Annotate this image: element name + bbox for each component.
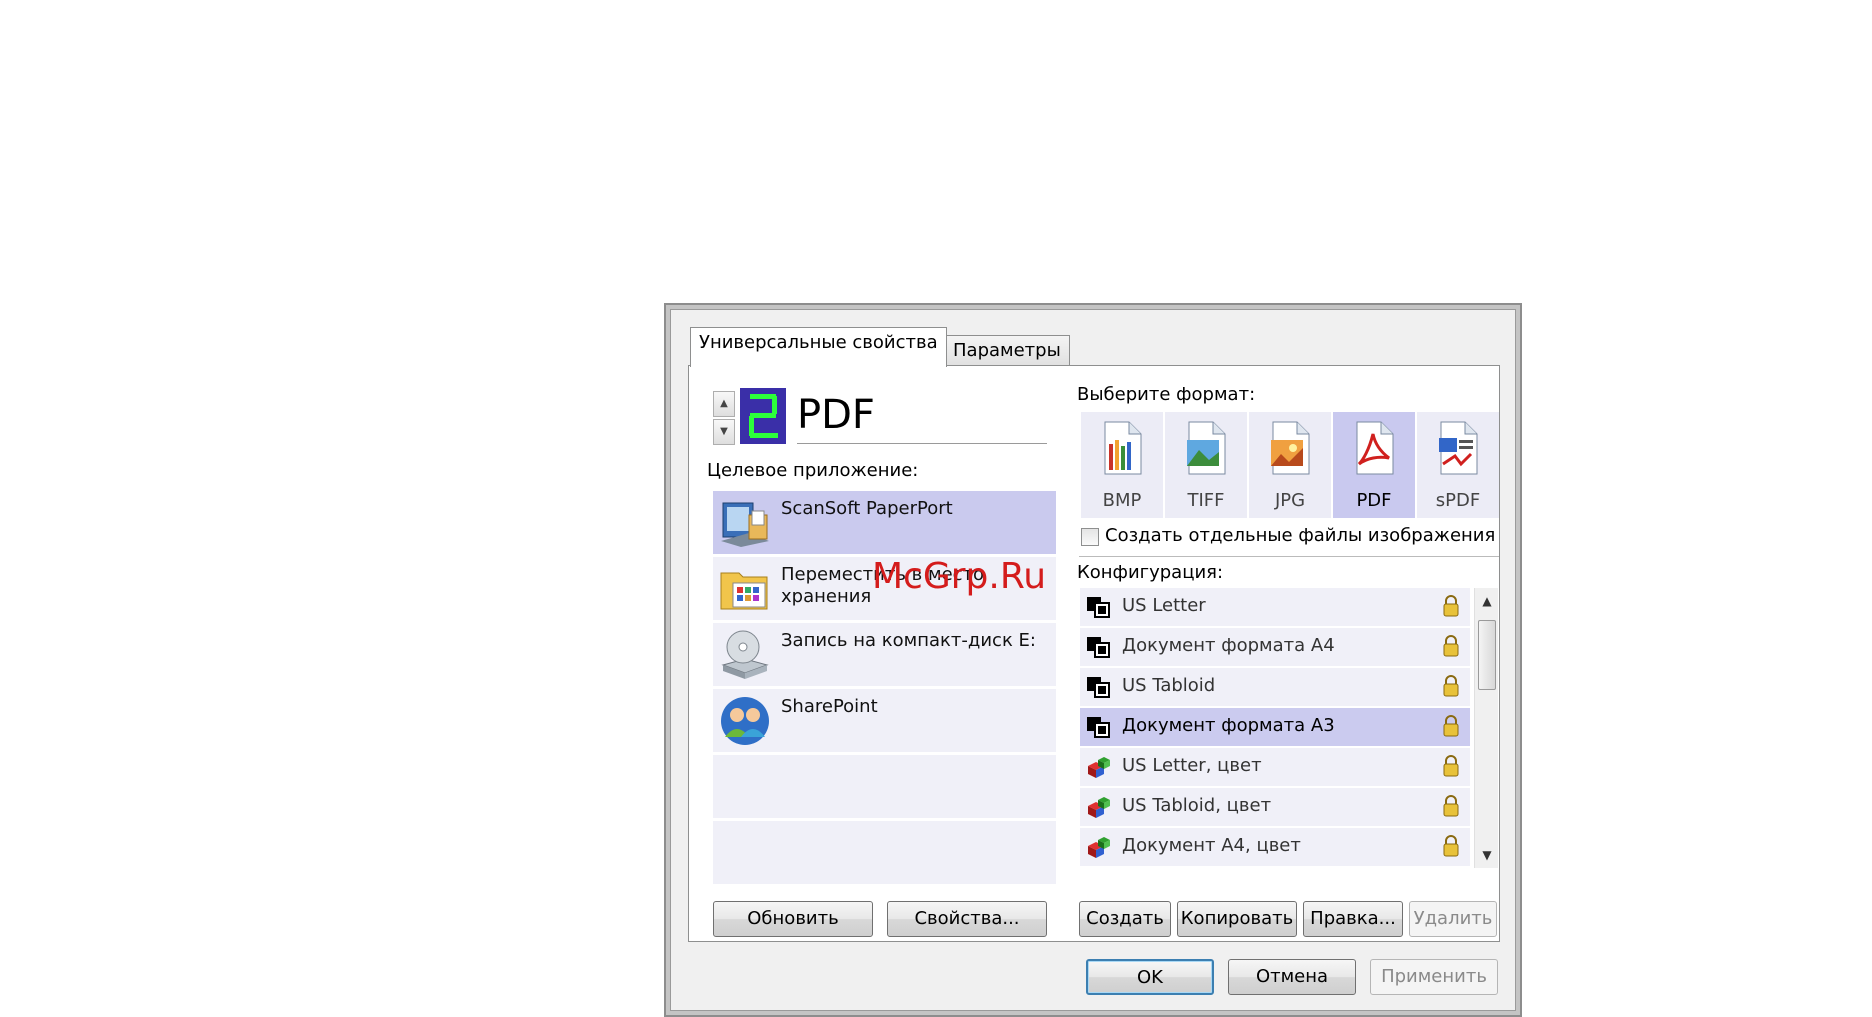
config-list[interactable]: US Letter Документ формата A4 US Tabloid…: [1080, 588, 1500, 868]
spin-up-icon[interactable]: ▲: [713, 391, 735, 417]
spdf-file-icon: [1439, 421, 1478, 475]
format-label-pdf: PDF: [1356, 490, 1392, 511]
config-item[interactable]: US Tabloid, цвет: [1080, 788, 1470, 826]
copy-button[interactable]: Копировать: [1177, 901, 1297, 937]
format-label-spdf: sPDF: [1435, 490, 1481, 511]
config-item-label: Документ формата A4: [1122, 635, 1335, 656]
sharepoint-icon: [721, 697, 769, 745]
app-item-label: Запись на компакт-диск E:: [781, 630, 1036, 651]
storage-folder-icon: [720, 572, 768, 610]
bw-config-icon: [1087, 597, 1110, 618]
config-scrollbar[interactable]: ▲ ▼: [1474, 588, 1498, 868]
tiff-file-icon: [1187, 421, 1226, 475]
profile-name: PDF: [797, 390, 1047, 444]
edit-button[interactable]: Правка...: [1303, 901, 1403, 937]
config-item[interactable]: US Letter: [1080, 588, 1470, 626]
jpg-file-icon: [1271, 421, 1310, 475]
config-item-label: US Letter: [1122, 595, 1206, 616]
app-item-label: SharePoint: [781, 696, 878, 717]
tab-parameters[interactable]: Параметры: [944, 335, 1070, 366]
ok-button[interactable]: OK: [1086, 959, 1214, 995]
apply-button[interactable]: Применить: [1370, 959, 1498, 995]
separate-files-checkbox[interactable]: [1081, 528, 1099, 546]
config-item-label: US Tabloid, цвет: [1122, 795, 1272, 816]
color-config-icon: [1088, 837, 1110, 858]
watermark: McGrp.Ru: [872, 556, 1047, 597]
delete-button[interactable]: Удалить: [1409, 901, 1497, 937]
format-tiff[interactable]: TIFF: [1165, 412, 1247, 518]
lock-icon: [1443, 755, 1459, 777]
config-label: Конфигурация:: [1077, 562, 1224, 583]
app-item-sharepoint[interactable]: SharePoint: [713, 689, 1056, 752]
format-label-bmp: BMP: [1102, 490, 1142, 511]
format-label: Выберите формат:: [1077, 384, 1256, 405]
lock-icon: [1443, 595, 1459, 617]
config-item-label: Документ A4, цвет: [1122, 835, 1301, 856]
spin-down-icon[interactable]: ▼: [713, 419, 735, 445]
format-spdf[interactable]: sPDF: [1417, 412, 1499, 518]
create-button[interactable]: Создать: [1079, 901, 1171, 937]
config-item-selected[interactable]: Документ формата A3: [1080, 708, 1470, 746]
scroll-up-icon[interactable]: ▲: [1475, 590, 1499, 612]
config-item[interactable]: Документ формата A4: [1080, 628, 1470, 666]
separate-files-label: Создать отдельные файлы изображения: [1105, 525, 1496, 546]
app-item-cd-burn[interactable]: Запись на компакт-диск E:: [713, 623, 1056, 686]
config-item[interactable]: Документ A4, цвет: [1080, 828, 1470, 866]
target-app-label: Целевое приложение:: [707, 460, 919, 481]
lock-icon: [1443, 795, 1459, 817]
config-item[interactable]: US Tabloid: [1080, 668, 1470, 706]
profile-number-badge: 2: [740, 388, 786, 444]
refresh-button[interactable]: Обновить: [713, 901, 873, 937]
config-item-label: US Tabloid: [1122, 675, 1216, 696]
app-item-paperport[interactable]: ScanSoft PaperPort: [713, 491, 1056, 554]
color-config-icon: [1088, 757, 1110, 778]
cd-burn-icon: [721, 630, 769, 679]
format-bmp[interactable]: BMP: [1081, 412, 1163, 518]
divider: [1079, 556, 1499, 557]
tab-universal-properties[interactable]: Универсальные свойства: [690, 327, 947, 367]
tab-panel: ▲ ▼ 2 PDF Целевое приложение:: [688, 365, 1500, 942]
config-item-label: US Letter, цвет: [1122, 755, 1262, 776]
format-pdf[interactable]: PDF: [1333, 412, 1415, 518]
config-item-label: Документ формата A3: [1122, 715, 1335, 736]
app-item-empty: [713, 821, 1056, 884]
config-item[interactable]: US Letter, цвет: [1080, 748, 1470, 786]
format-selector[interactable]: BMP TIFF JPG PDF sPDF: [1081, 412, 1501, 518]
scroll-down-icon[interactable]: ▼: [1475, 844, 1499, 866]
lock-icon: [1443, 715, 1459, 737]
profile-spinner[interactable]: ▲ ▼: [713, 391, 735, 445]
format-label-jpg: JPG: [1274, 490, 1306, 511]
color-config-icon: [1088, 797, 1110, 818]
bw-config-icon: [1087, 677, 1110, 698]
lock-icon: [1443, 635, 1459, 657]
bmp-file-icon: [1104, 421, 1142, 475]
scanner-properties-dialog: Универсальные свойства Параметры ▲ ▼ 2 P…: [664, 303, 1522, 1017]
target-app-list[interactable]: ScanSoft PaperPort Переместить в место х…: [713, 491, 1056, 887]
properties-button[interactable]: Свойства...: [887, 901, 1047, 937]
app-item-empty: [713, 755, 1056, 818]
format-jpg[interactable]: JPG: [1249, 412, 1331, 518]
scroll-thumb[interactable]: [1478, 620, 1496, 690]
paperport-icon: [721, 502, 769, 547]
bw-config-icon: [1087, 637, 1110, 658]
format-label-tiff: TIFF: [1187, 490, 1225, 511]
app-item-label: ScanSoft PaperPort: [781, 498, 953, 519]
lock-icon: [1443, 835, 1459, 857]
cancel-button[interactable]: Отмена: [1228, 959, 1356, 995]
lock-icon: [1443, 675, 1459, 697]
pdf-file-icon: [1356, 421, 1394, 475]
bw-config-icon: [1087, 717, 1110, 738]
